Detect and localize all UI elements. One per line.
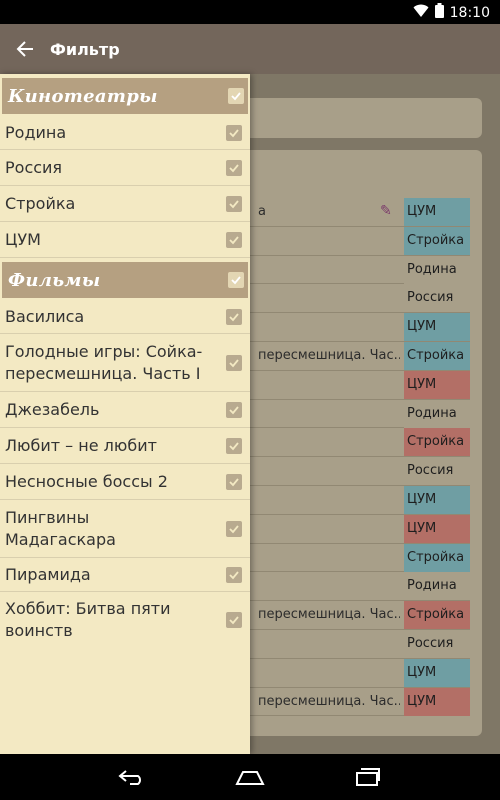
- checkmark-icon: [229, 477, 239, 486]
- item-label: Любит – не любит: [5, 435, 157, 455]
- list-item-film[interactable]: Василиса: [0, 300, 250, 334]
- item-label: Родина: [5, 122, 67, 142]
- schedule-cinema-cell: ЦУМ: [407, 664, 437, 680]
- filter-drawer: Кинотеатры Родина Россия Стройка ЦУМ Фил…: [0, 74, 250, 754]
- home-nav-icon: [235, 771, 265, 785]
- checkbox[interactable]: [226, 401, 242, 418]
- checkbox-cinemas-all[interactable]: [228, 88, 244, 104]
- item-label: Пингвины Мадагаскара: [5, 507, 116, 549]
- battery-icon: [434, 3, 444, 22]
- schedule-film-title: а: [258, 204, 266, 219]
- list-item-film[interactable]: Пингвины Мадагаскара: [0, 500, 250, 558]
- checkmark-icon: [229, 405, 239, 414]
- list-item-film[interactable]: Пирамида: [0, 558, 250, 592]
- list-item-cinema[interactable]: Стройка: [0, 186, 250, 222]
- back-button[interactable]: [0, 24, 50, 74]
- checkbox-films-all[interactable]: [228, 272, 244, 288]
- back-nav-button[interactable]: [112, 757, 152, 797]
- checkbox[interactable]: [226, 159, 242, 176]
- wifi-icon: [413, 4, 429, 22]
- checkmark-icon: [231, 92, 241, 101]
- checkbox[interactable]: [226, 354, 242, 371]
- schedule-cinema-cell: Стройка: [407, 434, 465, 450]
- section-title: Фильмы: [8, 269, 101, 291]
- arrow-left-icon: [16, 41, 33, 57]
- list-item-film[interactable]: Хоббит: Битва пяти воинств: [0, 592, 250, 648]
- schedule-cinema-cell: ЦУМ: [407, 376, 437, 392]
- checkmark-icon: [229, 441, 239, 450]
- schedule-cinema-cell: Россия: [407, 290, 454, 306]
- schedule-cinema-cell: Стройка: [407, 232, 465, 248]
- schedule-cinema-cell: Стройка: [407, 549, 465, 565]
- checkmark-icon: [229, 358, 239, 367]
- list-item-cinema[interactable]: Родина: [0, 116, 250, 150]
- schedule-cinema-cell: ЦУМ: [407, 520, 437, 536]
- status-time: 18:10: [449, 4, 490, 21]
- checkmark-icon: [229, 163, 239, 172]
- checkmark-icon: [229, 570, 239, 579]
- back-nav-icon: [118, 770, 141, 785]
- list-item-cinema[interactable]: Россия: [0, 150, 250, 186]
- schedule-cinema-cell: Родина: [407, 405, 457, 421]
- schedule-cinema-cell: Стройка: [407, 607, 465, 623]
- schedule-cinema-cell: Стройка: [407, 347, 465, 363]
- schedule-cinema-cell: ЦУМ: [407, 491, 437, 507]
- item-label: Голодные игры: Сойка-пересмешница. Часть…: [5, 341, 203, 383]
- item-label: Джезабель: [5, 399, 100, 419]
- item-label: Несносные боссы 2: [5, 471, 168, 491]
- checkmark-icon: [229, 199, 239, 208]
- checkbox[interactable]: [226, 520, 242, 537]
- checkmark-icon: [229, 235, 239, 244]
- system-nav-bar: [0, 754, 500, 800]
- checkmark-icon: [229, 128, 239, 137]
- section-header-films[interactable]: Фильмы: [2, 262, 248, 298]
- checkbox[interactable]: [226, 124, 242, 141]
- item-label: Россия: [5, 157, 63, 177]
- page-title: Фильтр: [50, 39, 120, 59]
- section-header-cinemas[interactable]: Кинотеатры: [2, 78, 248, 114]
- checkbox[interactable]: [226, 231, 242, 248]
- schedule-cinema-cell: Родина: [407, 261, 457, 277]
- pencil-icon: ✎: [380, 203, 392, 219]
- list-item-film[interactable]: Любит – не любит: [0, 428, 250, 464]
- schedule-cinema-cell: ЦУМ: [407, 204, 437, 219]
- home-nav-button[interactable]: [230, 757, 270, 797]
- checkbox[interactable]: [226, 473, 242, 490]
- schedule-cinema-cell: Россия: [407, 463, 454, 479]
- schedule-film-title: пересмешница. Час...: [258, 693, 400, 709]
- schedule-cinema-cell: ЦУМ: [407, 693, 437, 709]
- schedule-cinema-cell: Россия: [407, 635, 454, 651]
- schedule-cinema-cell: Родина: [407, 578, 457, 594]
- status-icons: 18:10: [413, 3, 490, 22]
- list-item-film[interactable]: Джезабель: [0, 392, 250, 428]
- checkbox[interactable]: [226, 437, 242, 454]
- list-item-cinema[interactable]: ЦУМ: [0, 222, 250, 258]
- recents-nav-icon: [356, 768, 380, 786]
- item-label: ЦУМ: [5, 229, 41, 249]
- checkmark-icon: [229, 312, 239, 321]
- checkbox[interactable]: [226, 308, 242, 325]
- item-label: Пирамида: [5, 564, 91, 584]
- checkmark-icon: [229, 616, 239, 625]
- schedule-cinema-cell: ЦУМ: [407, 319, 437, 335]
- section-title: Кинотеатры: [8, 85, 158, 107]
- list-item-film[interactable]: Несносные боссы 2: [0, 464, 250, 500]
- app-bar: Фильтр: [0, 24, 500, 74]
- item-label: Хоббит: Битва пяти воинств: [5, 599, 171, 640]
- checkbox[interactable]: [226, 195, 242, 212]
- list-item-film[interactable]: Голодные игры: Сойка-пересмешница. Часть…: [0, 334, 250, 392]
- status-bar: 18:10: [0, 0, 500, 24]
- checkbox[interactable]: [226, 566, 242, 583]
- checkmark-icon: [229, 524, 239, 533]
- checkbox[interactable]: [226, 612, 242, 628]
- recents-nav-button[interactable]: [348, 757, 388, 797]
- item-label: Стройка: [5, 193, 76, 213]
- schedule-film-title: пересмешница. Час...: [258, 607, 400, 623]
- item-label: Василиса: [5, 306, 85, 326]
- checkmark-icon: [231, 276, 241, 285]
- schedule-film-title: пересмешница. Час...: [258, 347, 400, 363]
